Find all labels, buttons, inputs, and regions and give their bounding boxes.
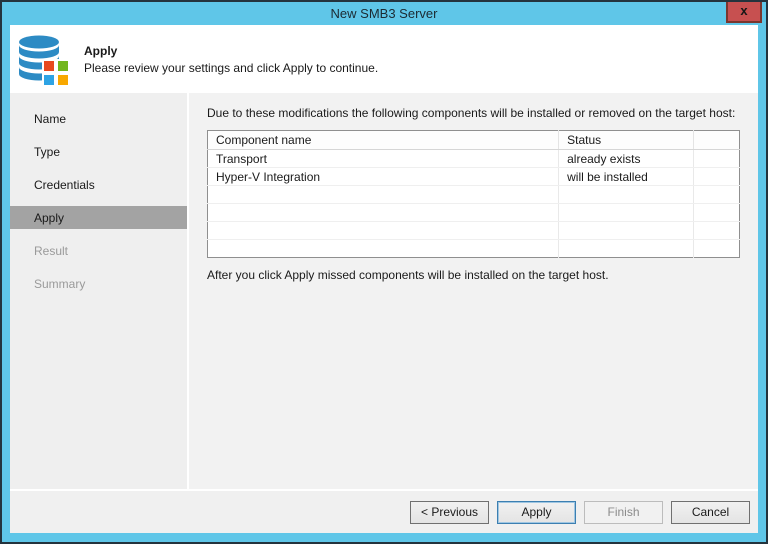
database-windows-icon <box>14 31 74 87</box>
step-subtitle: Please review your settings and click Ap… <box>84 61 378 75</box>
close-button[interactable]: x <box>726 2 762 23</box>
table-cell <box>693 222 739 240</box>
table-cell: Hyper-V Integration <box>208 168 559 186</box>
table-cell <box>208 240 559 258</box>
previous-button[interactable]: < Previous <box>410 501 489 524</box>
table-cell <box>559 204 694 222</box>
finish-button: Finish <box>584 501 663 524</box>
sidebar-item-result[interactable]: Result <box>10 239 187 262</box>
table-cell <box>693 150 739 168</box>
smb3-server-icon <box>14 31 74 87</box>
sidebar-item-apply[interactable]: Apply <box>10 206 187 229</box>
table-cell <box>693 240 739 258</box>
column-header[interactable]: Status <box>559 131 694 150</box>
table-cell: Transport <box>208 150 559 168</box>
sidebar-item-summary[interactable]: Summary <box>10 272 187 295</box>
components-table: Component nameStatus Transportalready ex… <box>207 130 740 258</box>
dialog-body: Apply Please review your settings and cl… <box>10 25 758 533</box>
components-table-head-row: Component nameStatus <box>208 131 740 150</box>
table-row[interactable] <box>208 186 740 204</box>
wizard-window: New SMB3 Server x Apply Please rev <box>0 0 768 544</box>
close-icon: x <box>740 3 747 18</box>
sidebar-item-name[interactable]: Name <box>10 107 187 130</box>
footer-buttons: < Previous Apply Finish Cancel <box>10 489 758 533</box>
table-cell: already exists <box>559 150 694 168</box>
table-cell <box>559 186 694 204</box>
sidebar-item-type[interactable]: Type <box>10 140 187 163</box>
main-content: Due to these modifications the following… <box>189 93 758 489</box>
table-row[interactable] <box>208 222 740 240</box>
titlebar[interactable]: New SMB3 Server <box>10 2 758 25</box>
table-cell <box>208 186 559 204</box>
window-title: New SMB3 Server <box>331 6 438 21</box>
table-cell <box>693 204 739 222</box>
table-row[interactable]: Hyper-V Integrationwill be installed <box>208 168 740 186</box>
sidebar-item-credentials[interactable]: Credentials <box>10 173 187 196</box>
column-header[interactable] <box>693 131 739 150</box>
header-texts: Apply Please review your settings and cl… <box>84 44 378 75</box>
table-cell <box>693 168 739 186</box>
components-table-body: Transportalready existsHyper-V Integrati… <box>208 150 740 258</box>
table-cell <box>208 222 559 240</box>
cancel-button[interactable]: Cancel <box>671 501 750 524</box>
column-header[interactable]: Component name <box>208 131 559 150</box>
table-row[interactable]: Transportalready exists <box>208 150 740 168</box>
footnote-text: After you click Apply missed components … <box>207 268 740 282</box>
table-cell <box>693 186 739 204</box>
intro-text: Due to these modifications the following… <box>207 106 738 121</box>
wizard-header: Apply Please review your settings and cl… <box>10 25 758 93</box>
table-row[interactable] <box>208 240 740 258</box>
table-row[interactable] <box>208 204 740 222</box>
table-cell: will be installed <box>559 168 694 186</box>
wizard-steps: Name Type Credentials Apply Result Summary <box>10 93 189 489</box>
step-title: Apply <box>84 44 378 58</box>
table-cell <box>559 240 694 258</box>
apply-button[interactable]: Apply <box>497 501 576 524</box>
table-cell <box>559 222 694 240</box>
table-cell <box>208 204 559 222</box>
